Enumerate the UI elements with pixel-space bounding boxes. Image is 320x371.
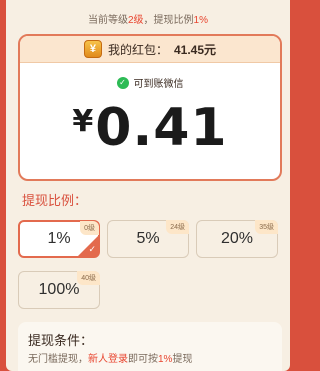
selected-check-icon: ✓ xyxy=(88,244,96,254)
level-tag: 0级 xyxy=(80,221,99,235)
check-icon: ✓ xyxy=(116,76,129,89)
cond-part-c: 即可按 xyxy=(128,354,158,365)
ratio-value: 1% xyxy=(193,15,208,26)
level-value: 2级 xyxy=(127,15,144,26)
cond-part-b: 新人登录 xyxy=(88,354,128,365)
conditions-text: 无门槛提现，新人登录即可按1%提现 xyxy=(28,350,192,365)
level-tag: 40级 xyxy=(77,271,100,285)
conditions-title: 提现条件： xyxy=(28,333,94,348)
ratio-option-20[interactable]: 20% 35级 xyxy=(196,220,278,258)
cond-part-d: 1% xyxy=(158,354,173,365)
level-info: 当前等级2级，提现比例1% xyxy=(6,11,290,26)
ratio-option-100[interactable]: 100% 40级 xyxy=(18,271,100,309)
redpacket-label: 我的红包： xyxy=(107,42,168,57)
wechat-label: 可到账微信 xyxy=(133,79,184,90)
option-label: 20% xyxy=(220,230,254,247)
level-tag: 35级 xyxy=(255,220,278,234)
cond-part-a: 无门槛提现， xyxy=(28,354,88,365)
cond-part-e: 提现 xyxy=(172,354,193,365)
option-label: 5% xyxy=(136,230,160,247)
level-prefix: 当前等级 xyxy=(87,15,128,26)
ratio-title: 提现比例： xyxy=(22,193,88,208)
withdraw-amount: ¥0.41 xyxy=(20,98,280,158)
withdraw-panel: 当前等级2级，提现比例1% ¥ 我的红包： 41.45元 ✓ 可到账微信 ¥0.4… xyxy=(6,0,290,371)
yen-coin-icon: ¥ xyxy=(83,40,102,58)
redpacket-header: ¥ 我的红包： 41.45元 xyxy=(20,36,280,63)
redpacket-card: ¥ 我的红包： 41.45元 ✓ 可到账微信 ¥0.41 xyxy=(18,34,282,181)
option-label: 100% xyxy=(38,281,80,298)
ratio-option-1[interactable]: 1% 0级 ✓ xyxy=(18,220,100,258)
level-mid: ，提现比例 xyxy=(143,15,194,26)
wechat-destination: ✓ 可到账微信 xyxy=(20,75,280,90)
ratio-option-5[interactable]: 5% 24级 xyxy=(107,220,189,258)
level-tag: 24级 xyxy=(166,220,189,234)
redpacket-amount: 41.45元 xyxy=(173,42,217,57)
conditions-card: 提现条件： 无门槛提现，新人登录即可按1%提现 xyxy=(18,322,282,371)
currency-symbol: ¥ xyxy=(72,104,94,139)
withdraw-amount-value: 0.41 xyxy=(95,98,228,158)
option-label: 1% xyxy=(47,230,71,247)
